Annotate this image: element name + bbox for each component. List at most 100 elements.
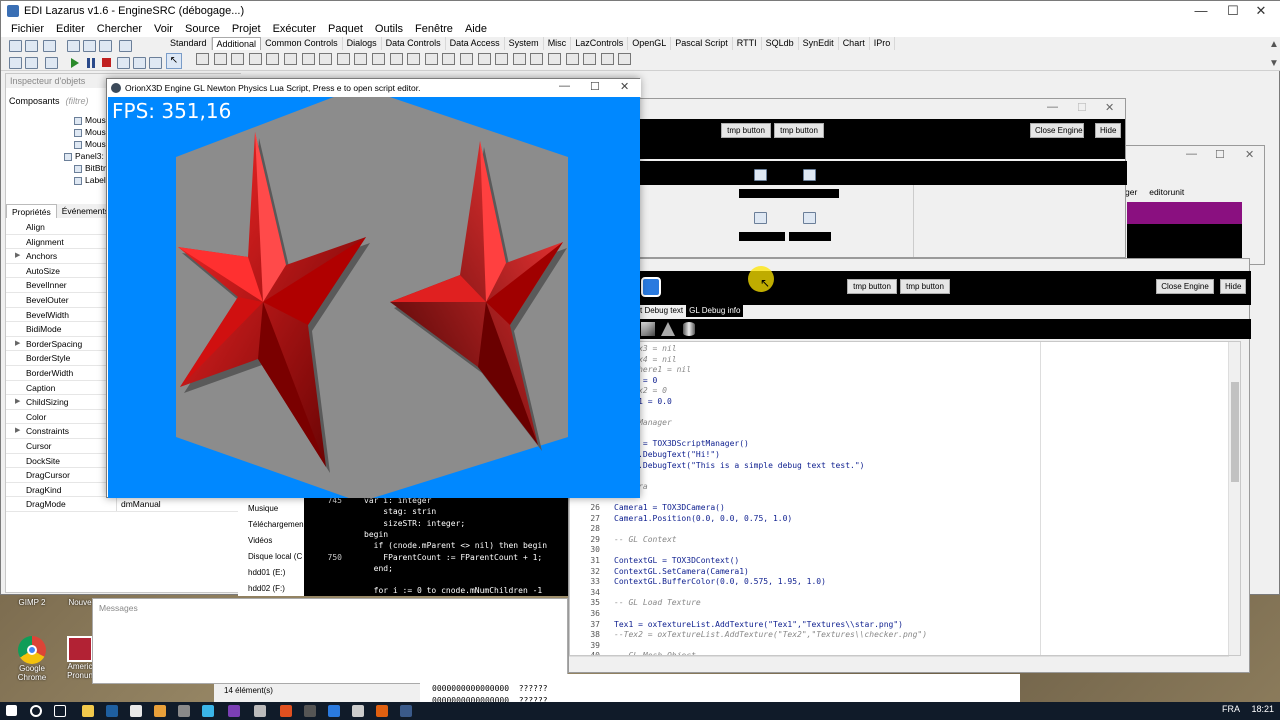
component-icon[interactable] (512, 53, 526, 65)
app-icon[interactable] (178, 705, 190, 717)
clock[interactable]: 18:21 (1251, 704, 1274, 714)
app-icon[interactable] (254, 705, 266, 717)
hide-button[interactable]: Hide (1095, 123, 1121, 138)
menu-item[interactable]: Source (179, 21, 226, 37)
menu-item[interactable]: Voir (148, 21, 179, 37)
pause-icon[interactable] (87, 58, 95, 68)
component-icon[interactable] (372, 53, 385, 65)
menu-item[interactable]: Aide (459, 21, 493, 37)
palette-tab[interactable]: Data Access (446, 37, 505, 50)
menu-item[interactable]: Outils (369, 21, 409, 37)
horizontal-scrollbar[interactable] (569, 656, 1229, 666)
expand-icon[interactable]: ▶ (15, 337, 20, 352)
app-icon[interactable] (154, 705, 166, 717)
view-units-icon[interactable] (9, 57, 22, 69)
palette-tab[interactable]: Pascal Script (671, 37, 733, 50)
component-icon[interactable] (495, 53, 509, 65)
component-icon[interactable] (213, 53, 227, 65)
component-icon[interactable] (530, 53, 544, 65)
palette-tab[interactable]: OpenGL (628, 37, 672, 50)
component-icon[interactable] (583, 53, 597, 65)
explorer-item[interactable]: Musique (248, 504, 278, 513)
app-icon[interactable] (202, 705, 214, 717)
app-icon[interactable] (352, 705, 364, 717)
search-icon[interactable] (30, 705, 42, 717)
palette-tab[interactable]: RTTI (733, 37, 762, 50)
cylinder-icon[interactable] (683, 322, 695, 336)
desktop-icon-chrome[interactable]: Google Chrome (10, 636, 54, 682)
file-explorer-icon[interactable] (82, 705, 94, 717)
component-icon[interactable] (266, 53, 280, 65)
expand-icon[interactable]: ▶ (15, 249, 20, 264)
component-icon[interactable] (424, 53, 438, 65)
component-icon[interactable] (301, 53, 315, 65)
tmp-button-1[interactable]: tmp button (721, 123, 771, 138)
component-icon[interactable] (336, 53, 350, 65)
close-icon[interactable]: ✕ (1105, 101, 1114, 114)
windows-start-icon[interactable] (6, 705, 17, 716)
palette-tab[interactable]: Data Controls (382, 37, 446, 50)
task-view-icon[interactable] (54, 705, 66, 717)
palette-tab[interactable]: Misc (544, 37, 572, 50)
close-engine-button[interactable]: Close Engine (1030, 123, 1084, 138)
component-icon[interactable] (196, 53, 209, 65)
debug-tab[interactable]: GL Debug info (686, 305, 744, 317)
close-icon[interactable]: ✕ (1245, 148, 1254, 161)
minimize-icon[interactable]: — (559, 80, 570, 92)
tmp-button-2[interactable]: tmp button (900, 279, 950, 294)
lua-code-area[interactable]: al Box3 = nil al Box4 = nil al Sphere1 = n… (569, 341, 1241, 656)
language-indicator[interactable]: FRA (1222, 704, 1240, 714)
vertical-scrollbar[interactable] (1228, 342, 1240, 655)
palette-tab[interactable]: System (505, 37, 544, 50)
close-icon[interactable]: ✕ (620, 80, 629, 93)
palette-tab[interactable]: Common Controls (261, 37, 343, 50)
visual-studio-icon[interactable] (228, 705, 240, 717)
debug-tab[interactable]: t Debug text (637, 305, 686, 317)
expand-icon[interactable]: ▶ (15, 395, 20, 410)
pyramid-icon[interactable] (661, 322, 675, 336)
step-over-icon[interactable] (133, 57, 146, 69)
cube-icon[interactable] (641, 322, 655, 336)
app-icon[interactable] (304, 705, 316, 717)
component-icon[interactable] (477, 53, 491, 65)
edge-icon[interactable] (106, 705, 118, 717)
component-icon[interactable] (600, 53, 614, 65)
palette-tab[interactable]: LazControls (571, 37, 629, 50)
selection-tool-icon[interactable]: ↖ (166, 53, 182, 69)
menu-item[interactable]: Exécuter (267, 21, 322, 37)
step-into-icon[interactable] (117, 57, 130, 69)
component-icon[interactable] (389, 53, 403, 65)
build-modes-icon[interactable] (45, 57, 58, 69)
maximize-icon[interactable]: ☐ (1077, 101, 1087, 114)
component-icon[interactable] (407, 53, 421, 65)
app-icon[interactable] (328, 705, 340, 717)
palette-scroll-up-icon[interactable]: ▲ (1269, 39, 1279, 50)
palette-tab[interactable]: Chart (839, 37, 870, 50)
app-icon[interactable] (400, 705, 412, 717)
explorer-item[interactable]: hdd01 (E:) (248, 568, 285, 577)
stop-icon[interactable] (102, 58, 111, 67)
component-icon[interactable] (319, 53, 333, 65)
explorer-item[interactable]: hdd02 (F:) (248, 584, 285, 593)
component-icon[interactable] (548, 53, 561, 65)
component-icon[interactable] (231, 53, 245, 65)
close-engine-button[interactable]: Close Engine (1156, 279, 1214, 294)
component-icon[interactable] (754, 169, 767, 181)
tab-editorunit[interactable]: editorunit (1149, 187, 1184, 197)
property-value[interactable]: dmManual (116, 497, 240, 511)
component-icon[interactable] (460, 53, 473, 65)
explorer-item[interactable]: Vidéos (248, 536, 272, 545)
run-icon[interactable] (71, 58, 79, 68)
menu-item[interactable]: Projet (226, 21, 267, 37)
expand-icon[interactable]: ▶ (15, 424, 20, 439)
maximize-icon[interactable]: ☐ (1215, 148, 1225, 161)
palette-tab[interactable]: Standard (166, 37, 212, 50)
component-icon[interactable] (354, 53, 368, 65)
inspector-tab[interactable]: Propriétés (6, 204, 57, 218)
menu-item[interactable]: Fichier (5, 21, 50, 37)
menu-item[interactable]: Editer (50, 21, 91, 37)
component-icon[interactable] (565, 53, 579, 65)
save-icon[interactable] (67, 40, 80, 52)
stop-script-icon[interactable] (641, 277, 661, 297)
tmp-button-1[interactable]: tmp button (847, 279, 897, 294)
